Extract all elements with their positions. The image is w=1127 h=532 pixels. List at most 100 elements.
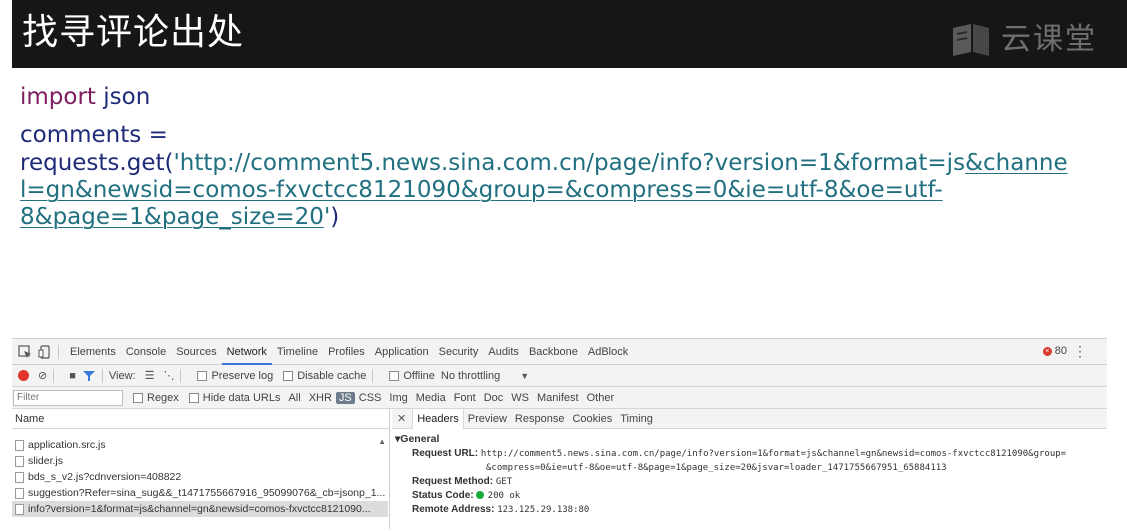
status-code-label: Status Code: (412, 490, 474, 501)
toolbar-divider (58, 344, 59, 359)
clear-icon[interactable]: ⊘ (38, 369, 47, 382)
request-list-pane: Name ▲ application.src.js slider.js bds_… (12, 409, 390, 529)
tab-adblock[interactable]: AdBlock (583, 339, 633, 365)
disable-cache-checkbox[interactable] (283, 370, 294, 381)
devtools-panel: Elements Console Sources Network Timelin… (12, 338, 1107, 529)
file-icon (15, 503, 24, 515)
status-code-row: Status Code: 200 ok (412, 489, 1107, 503)
tab-backbone[interactable]: Backbone (524, 339, 583, 365)
error-icon: × (1042, 346, 1052, 356)
book-logo-icon (953, 24, 989, 56)
request-row[interactable]: suggestion?Refer=sina_sug&&_t14717556679… (12, 485, 388, 501)
tab-headers[interactable]: Headers (412, 408, 464, 429)
request-list: application.src.js slider.js bds_s_v2.js… (12, 437, 388, 517)
type-filter-media[interactable]: Media (412, 392, 450, 404)
tab-console[interactable]: Console (121, 339, 171, 365)
chevron-down-icon[interactable]: ▼ (520, 371, 529, 381)
type-filter-xhr[interactable]: XHR (305, 392, 336, 404)
filter-icon[interactable] (82, 369, 96, 383)
close-icon[interactable]: ✕ (397, 412, 406, 425)
request-url-value-continued: &compress=0&ie=utf-8&oe=utf-8&page=1&pag… (486, 463, 947, 473)
offline-checkbox[interactable] (389, 370, 400, 381)
tab-cookies[interactable]: Cookies (568, 409, 616, 429)
request-name: slider.js (28, 455, 64, 467)
hide-data-urls-checkbox[interactable] (188, 392, 199, 403)
overview-icon[interactable]: ⋱ (163, 369, 174, 382)
capture-screenshots-icon[interactable]: ■ (69, 370, 76, 382)
tab-application[interactable]: Application (370, 339, 434, 365)
filter-input[interactable] (13, 389, 123, 406)
code-module-name: json (95, 84, 151, 110)
tab-timeline[interactable]: Timeline (272, 339, 323, 365)
code-url-link-2[interactable]: cc8121090&group=&compress=0&ie=utf-8&oe=… (333, 177, 943, 203)
general-title: General (400, 433, 440, 445)
slide-title: 找寻评论出处 (22, 12, 245, 53)
type-filter-font[interactable]: Font (450, 392, 480, 404)
view-label: View: (108, 369, 136, 382)
record-icon[interactable] (18, 370, 29, 381)
tab-preview[interactable]: Preview (464, 409, 511, 429)
general-section-header[interactable]: ▾General (395, 433, 1107, 445)
code-line-assign: comments = (20, 122, 168, 148)
request-url-value: http://comment5.news.sina.com.cn/page/in… (480, 449, 1067, 459)
detail-tab-bar: ✕ Headers Preview Response Cookies Timin… (392, 408, 1107, 429)
type-filter-other[interactable]: Other (583, 392, 619, 404)
type-filter-js[interactable]: JS (335, 391, 355, 404)
large-rows-icon[interactable]: ☰ (145, 369, 155, 382)
tab-profiles[interactable]: Profiles (323, 339, 370, 365)
offline-label: Offline (403, 369, 435, 382)
network-toolbar: ⊘ ■ View: ☰ ⋱ Preserve log Disable cache… (12, 365, 1107, 387)
type-filter-manifest[interactable]: Manifest (533, 392, 583, 404)
status-code-value: 200 ok (487, 491, 521, 501)
error-counter[interactable]: × 80 (1042, 345, 1067, 357)
code-url-link-3[interactable]: 8&page=1&page_size=20 (20, 204, 324, 230)
request-name: bds_s_v2.js?cdnversion=408822 (28, 471, 182, 483)
file-icon (15, 439, 24, 451)
request-row[interactable]: application.src.js (12, 437, 388, 453)
request-row[interactable]: slider.js (12, 453, 388, 469)
tab-audits[interactable]: Audits (483, 339, 524, 365)
request-row-selected[interactable]: info?version=1&format=js&channel=gn&news… (12, 501, 388, 517)
code-line-request-2: l=gn&newsid=comos-fxvctcc8121090&group=&… (20, 177, 943, 204)
code-line-import: import json (20, 84, 150, 110)
tab-network[interactable]: Network (221, 339, 272, 365)
code-url-part-1: 'http://comment5.news.sina.com.cn/page/i… (173, 150, 966, 176)
device-mode-icon[interactable] (38, 344, 52, 359)
type-filter-doc[interactable]: Doc (480, 392, 508, 404)
name-column-header[interactable]: Name (12, 409, 389, 429)
tab-response[interactable]: Response (511, 409, 569, 429)
slide-title-bar: 找寻评论出处 云课堂 (12, 0, 1127, 68)
file-icon (15, 455, 24, 467)
request-name: application.src.js (28, 439, 106, 451)
throttling-select[interactable]: No throttling (441, 370, 500, 382)
toolbar-divider (53, 368, 55, 383)
request-row[interactable]: bds_s_v2.js?cdnversion=408822 (12, 469, 388, 485)
code-line-request-1: requests.get('http://comment5.news.sina.… (20, 150, 1068, 177)
type-filter-img[interactable]: Img (385, 392, 411, 404)
toolbar-divider (180, 368, 182, 383)
preserve-log-checkbox[interactable] (197, 370, 208, 381)
type-filter-ws[interactable]: WS (507, 392, 533, 404)
request-url-label: Request URL: (412, 448, 479, 459)
code-call: requests.get( (20, 150, 174, 176)
tab-security[interactable]: Security (434, 339, 484, 365)
type-filter-all[interactable]: All (284, 392, 304, 404)
file-icon (15, 471, 24, 483)
toolbar-divider (101, 368, 103, 383)
tab-sources[interactable]: Sources (171, 339, 221, 365)
code-line-request-3: 8&page=1&page_size=20') (20, 204, 339, 231)
request-method-row: Request Method: GET (412, 475, 1107, 489)
code-close-paren: ) (330, 204, 340, 230)
tab-elements[interactable]: Elements (65, 339, 121, 365)
inspect-element-icon[interactable] (18, 344, 32, 359)
tab-timing[interactable]: Timing (616, 409, 657, 429)
brand-logo: 云课堂 (951, 20, 1097, 60)
code-url-part-2[interactable]: l=gn&newsid=comos-fxvct (20, 177, 333, 203)
more-options-icon[interactable]: ⋮ (1073, 343, 1087, 360)
code-url-link-1[interactable]: &channe (965, 150, 1068, 176)
toolbar-divider (372, 368, 374, 383)
remote-address-label: Remote Address: (412, 504, 495, 515)
type-filter-css[interactable]: CSS (355, 392, 386, 404)
remote-address-row: Remote Address: 123.125.29.138:80 (412, 503, 1107, 517)
regex-checkbox[interactable] (133, 392, 143, 403)
